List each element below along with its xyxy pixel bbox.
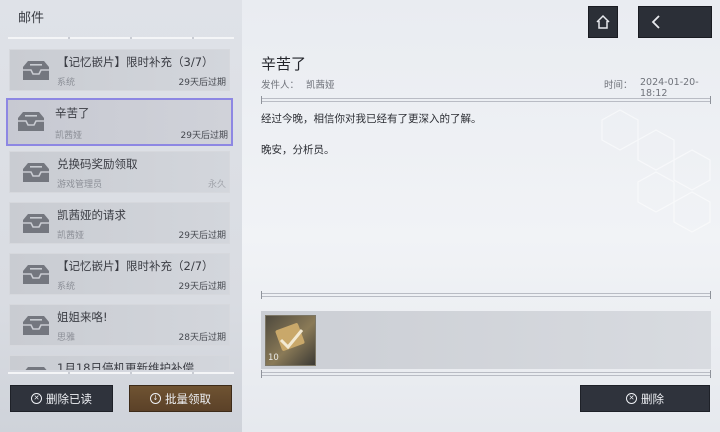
mail-expiry: 永久 (207, 180, 226, 190)
time-label: 时间： (604, 80, 633, 91)
mail-body-line: 晚安，分析员。 (261, 144, 335, 156)
download-circle-icon: ↓ (150, 393, 161, 404)
home-icon (596, 14, 610, 29)
divider (261, 370, 711, 378)
divider (8, 37, 234, 39)
sender-name: 凯茜娅 (306, 80, 335, 91)
delete-read-button[interactable]: ✕ 删除已读 (10, 385, 113, 412)
mail-title: 【记忆嵌片】限时补充（2/7） (57, 259, 214, 273)
mail-sender: 思雅 (57, 333, 76, 343)
mail-list[interactable]: 【记忆嵌片】限时补充（3/7） 系统 29天后过期 辛苦了 凯茜娅 29天后过期… (0, 44, 242, 370)
inbox-tray-icon (18, 112, 44, 131)
close-circle-icon: ✕ (626, 393, 637, 404)
inbox-tray-icon (23, 265, 49, 284)
mail-title: 凯茜娅的请求 (57, 208, 126, 222)
inbox-tray-icon (23, 316, 49, 335)
divider (8, 372, 234, 374)
mail-sender: 凯茜娅 (57, 231, 85, 241)
mail-sender: 系统 (57, 282, 76, 292)
home-button[interactable] (588, 6, 618, 38)
mail-detail-title: 辛苦了 (261, 55, 307, 73)
mail-title: 1月18日停机更新维护补偿 (57, 361, 194, 370)
sender-label: 发件人： (261, 80, 300, 91)
mail-sender: 系统 (57, 78, 76, 88)
mail-body-line: 经过今晚，相信你对我已经有了更深入的了解。 (261, 113, 482, 125)
divider (261, 96, 711, 104)
mail-item[interactable]: 凯茜娅的请求 凯茜娅 29天后过期 (9, 202, 230, 244)
mail-title: 【记忆嵌片】限时补充（3/7） (57, 55, 214, 69)
delete-read-label: 删除已读 (46, 391, 92, 406)
inbox-tray-icon (23, 163, 49, 182)
mail-list-panel: 邮件 【记忆嵌片】限时补充（3/7） 系统 29天后过期 辛苦了 凯茜娅 29天… (0, 0, 242, 432)
batch-claim-label: 批量领取 (165, 391, 211, 406)
mail-title: 辛苦了 (55, 106, 90, 120)
hexagon-pattern (601, 109, 711, 233)
batch-claim-button[interactable]: ↓ 批量领取 (129, 385, 232, 412)
mail-expiry: 29天后过期 (178, 231, 226, 241)
mail-item[interactable]: 1月18日停机更新维护补偿 (9, 355, 230, 370)
back-arrow-icon (651, 15, 660, 29)
delete-label: 删除 (641, 391, 664, 406)
mail-item[interactable]: 兑换码奖励领取 游戏管理员 永久 (9, 151, 230, 193)
divider (261, 291, 711, 299)
mail-item-selected[interactable]: 辛苦了 凯茜娅 29天后过期 (6, 98, 233, 146)
mail-sender: 游戏管理员 (57, 180, 103, 190)
mail-title: 姐姐来咯! (57, 310, 108, 324)
mail-expiry: 29天后过期 (180, 131, 228, 141)
mail-item[interactable]: 【记忆嵌片】限时补充（3/7） 系统 29天后过期 (9, 49, 230, 91)
mail-item[interactable]: 姐姐来咯! 思雅 28天后过期 (9, 304, 230, 346)
mail-expiry: 29天后过期 (178, 78, 226, 88)
mail-sender: 凯茜娅 (55, 131, 83, 141)
attachment-bar (261, 311, 711, 369)
mail-title: 兑换码奖励领取 (57, 157, 138, 171)
delete-button[interactable]: ✕ 删除 (580, 385, 710, 412)
inbox-tray-icon (23, 214, 49, 233)
mail-expiry: 29天后过期 (178, 282, 226, 292)
mail-expiry: 28天后过期 (178, 333, 226, 343)
inbox-tray-icon (23, 61, 49, 80)
attachment-count: 10 (268, 353, 279, 363)
page-title: 邮件 (18, 11, 45, 26)
sent-time: 2024-01-20-18:12 (640, 77, 699, 99)
mail-item[interactable]: 【记忆嵌片】限时补充（2/7） 系统 29天后过期 (9, 253, 230, 295)
back-button[interactable] (638, 6, 712, 38)
close-circle-icon: ✕ (31, 393, 42, 404)
inbox-tray-icon (25, 367, 47, 370)
